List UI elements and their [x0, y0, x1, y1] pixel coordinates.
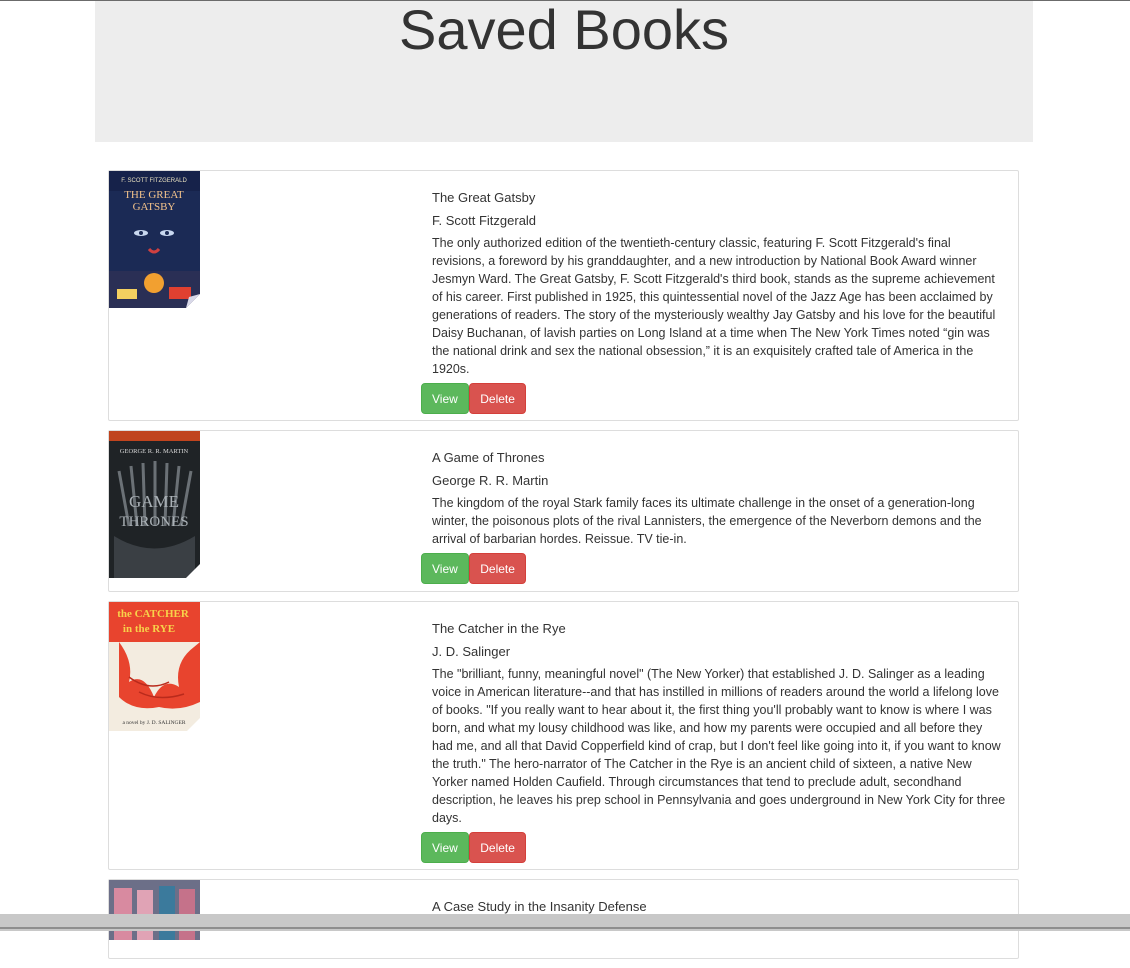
- book-title: A Game of Thrones: [432, 450, 545, 465]
- book-cover-image: F. SCOTT FITZGERALD THE GREAT GATSBY: [109, 171, 200, 308]
- book-title: The Great Gatsby: [432, 190, 536, 205]
- book-info: A Game of Thrones George R. R. Martin Th…: [432, 431, 1018, 548]
- cover-title-text: GAME: [129, 492, 179, 511]
- svg-text:GATSBY: GATSBY: [133, 201, 176, 213]
- book-description: The "brilliant, funny, meaningful novel"…: [432, 667, 1006, 825]
- book-info: The Catcher in the Rye J. D. Salinger Th…: [432, 602, 1018, 827]
- delete-button[interactable]: Delete: [469, 383, 526, 414]
- book-author: George R. R. Martin: [432, 473, 549, 488]
- book-author: J. D. Salinger: [432, 644, 511, 659]
- horizontal-scrollbar[interactable]: [0, 914, 1130, 931]
- book-title: The Catcher in the Rye: [432, 621, 566, 636]
- book-cover-image: the CATCHER in the RYE a novel by J. D. …: [109, 602, 200, 731]
- view-button[interactable]: View: [421, 383, 469, 414]
- cover-author-text: F. SCOTT FITZGERALD: [121, 178, 187, 184]
- cover-title-text: the CATCHER: [117, 608, 190, 620]
- book-actions: View Delete: [421, 378, 1018, 416]
- book-actions: View Delete: [421, 548, 1018, 586]
- book-actions: View Delete: [421, 827, 1018, 865]
- svg-text:in the RYE: in the RYE: [123, 623, 175, 635]
- book-author: F. Scott Fitzgerald: [432, 213, 537, 228]
- delete-button[interactable]: Delete: [469, 832, 526, 863]
- book-cover-image: GEORGE R. R. MARTIN GAME THRONES: [109, 431, 200, 578]
- book-description: The only authorized edition of the twent…: [432, 236, 996, 376]
- book-info: The Great Gatsby F. Scott Fitzgerald The…: [432, 171, 1018, 378]
- svg-text:THRONES: THRONES: [119, 514, 188, 530]
- svg-text:a novel by J. D. SALINGER: a novel by J. D. SALINGER: [122, 720, 185, 726]
- book-card: F. SCOTT FITZGERALD THE GREAT GATSBY The…: [108, 170, 1019, 421]
- book-description: The kingdom of the royal Stark family fa…: [432, 496, 982, 546]
- book-info: A Case Study in the Insanity Defense: [432, 880, 1018, 916]
- delete-button[interactable]: Delete: [469, 553, 526, 584]
- cover-author-text: GEORGE R. R. MARTIN: [120, 448, 189, 455]
- view-button[interactable]: View: [421, 553, 469, 584]
- scrollbar-track-line: [0, 927, 1130, 929]
- view-button[interactable]: View: [421, 832, 469, 863]
- page-header: Saved Books: [95, 1, 1033, 142]
- book-card: the CATCHER in the RYE a novel by J. D. …: [108, 601, 1019, 870]
- book-list: F. SCOTT FITZGERALD THE GREAT GATSBY The…: [108, 170, 1019, 968]
- book-card: GEORGE R. R. MARTIN GAME THRONES A Game …: [108, 430, 1019, 592]
- page-title: Saved Books: [399, 0, 729, 61]
- cover-title-text: THE GREAT: [124, 189, 184, 201]
- book-cover-image: [109, 880, 200, 940]
